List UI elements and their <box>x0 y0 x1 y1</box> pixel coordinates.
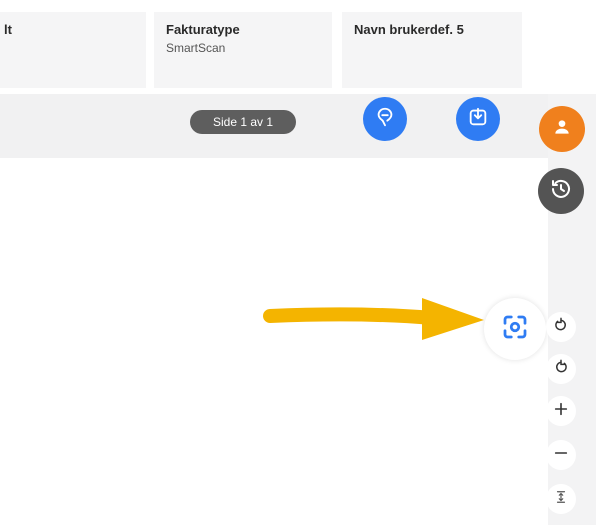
zoom-out-icon <box>553 445 569 466</box>
column-header-label: Navn brukerdef. 5 <box>354 22 464 37</box>
rotate-left-button[interactable] <box>546 312 576 342</box>
fit-height-button[interactable] <box>546 484 576 514</box>
page-indicator: Side 1 av 1 <box>190 110 296 134</box>
column-header-value: SmartScan <box>166 41 226 55</box>
focus-scan-icon <box>500 312 530 347</box>
pin-button[interactable] <box>363 97 407 141</box>
focus-scan-button[interactable] <box>484 298 546 360</box>
yellow-arrow-annotation <box>262 294 492 349</box>
rotate-left-icon <box>553 317 569 338</box>
user-button[interactable] <box>539 106 585 152</box>
history-icon <box>549 177 573 206</box>
user-icon <box>552 117 572 142</box>
rotate-right-icon <box>553 359 569 380</box>
column-header-1[interactable]: lt <box>0 12 146 88</box>
column-header-label: Fakturatype <box>166 22 240 37</box>
map-pin-icon <box>374 106 396 133</box>
rotate-right-button[interactable] <box>546 354 576 384</box>
zoom-in-button[interactable] <box>546 396 576 426</box>
zoom-out-button[interactable] <box>546 440 576 470</box>
column-header-fakturatype[interactable]: Fakturatype SmartScan <box>154 12 332 88</box>
download-icon <box>467 106 489 133</box>
column-header-label: lt <box>4 22 12 37</box>
history-button[interactable] <box>538 168 584 214</box>
table-header: lt Fakturatype SmartScan Navn brukerdef.… <box>0 0 596 94</box>
fit-height-icon <box>554 489 568 510</box>
zoom-in-icon <box>553 401 569 422</box>
column-header-navn-brukerdef[interactable]: Navn brukerdef. 5 <box>342 12 522 88</box>
download-button[interactable] <box>456 97 500 141</box>
